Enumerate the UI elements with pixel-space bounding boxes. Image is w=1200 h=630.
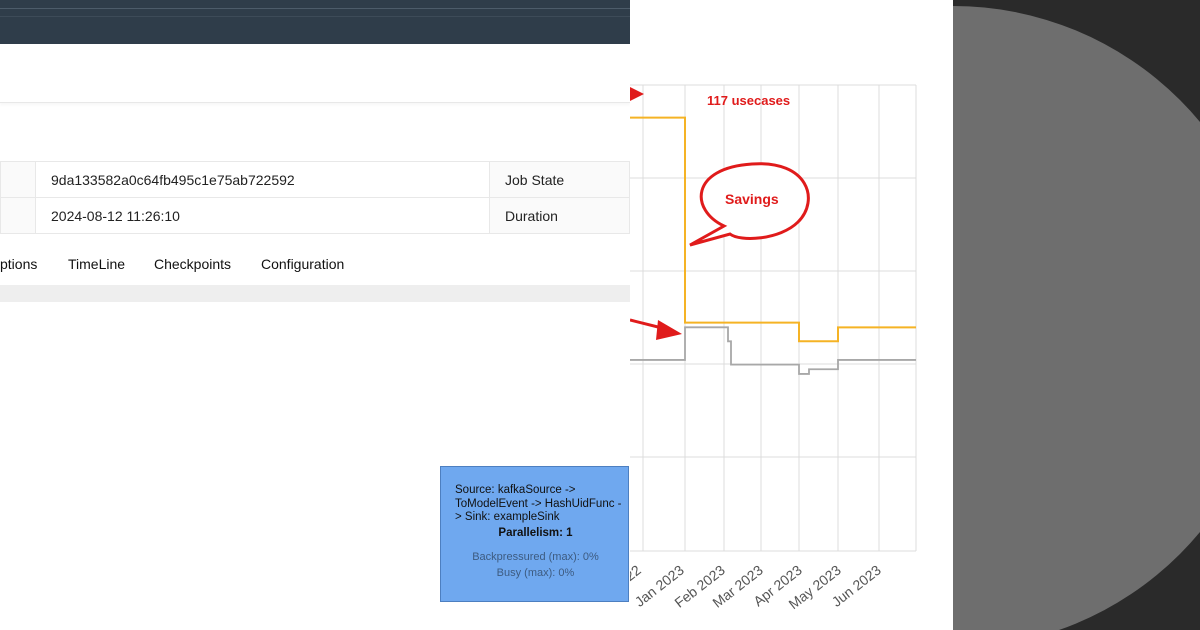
- flink-job-panel: 9da133582a0c64fb495c1e75ab722592 Job Sta…: [0, 0, 630, 630]
- savings-annotation: Savings: [725, 191, 779, 207]
- table-row: 2024-08-12 11:26:10 Duration: [0, 197, 630, 234]
- decorative-circle: [953, 6, 1200, 630]
- start-time-value: 2024-08-12 11:26:10: [35, 197, 490, 234]
- cost-chart: 22Jan 2023Feb 2023Mar 2023Apr 2023May 20…: [630, 84, 917, 612]
- annotation-arrow-top: [630, 87, 644, 101]
- usecases-annotation: 117 usecases: [707, 93, 791, 108]
- tab-content-header: [0, 285, 630, 302]
- job-info-table: 9da133582a0c64fb495c1e75ab722592 Job Sta…: [0, 161, 630, 234]
- table-row: 9da133582a0c64fb495c1e75ab722592 Job Sta…: [0, 161, 630, 198]
- tab-timeline[interactable]: TimeLine: [68, 256, 125, 272]
- node-backpressured: Backpressured (max): 0%: [472, 551, 599, 563]
- annotation-arrow-head: [656, 320, 682, 340]
- row-label-cell: [0, 197, 36, 234]
- node-busy: Busy (max): 0%: [496, 567, 575, 579]
- row-label-cell: [0, 161, 36, 198]
- cost-chart-panel: 22 Jan 2023 Feb 2023 Mar 2023 Apr 2023 May 20…: [630, 0, 953, 630]
- job-id-value: 9da133582a0c64fb495c1e75ab722592: [35, 161, 490, 198]
- top-navigation-bar: [0, 0, 630, 44]
- topbar-divider: [0, 8, 630, 9]
- tab-configuration[interactable]: Configuration: [261, 256, 344, 272]
- duration-label: Duration: [489, 197, 630, 234]
- job-state-label: Job State: [489, 161, 630, 198]
- x-tick-label: 22: [630, 562, 644, 584]
- tab-checkpoints[interactable]: Checkpoints: [154, 256, 231, 272]
- job-graph-node[interactable]: Source: kafkaSource -> ToModelEvent -> H…: [440, 466, 629, 602]
- tab-exceptions[interactable]: ptions: [0, 256, 37, 272]
- node-parallelism: Parallelism: 1: [498, 527, 573, 539]
- page-subheader: [0, 44, 630, 103]
- node-operator-chain: Source: kafkaSource -> ToModelEvent -> H…: [455, 484, 622, 523]
- topbar-divider-secondary: [0, 16, 630, 17]
- decorative-panel: [953, 0, 1200, 630]
